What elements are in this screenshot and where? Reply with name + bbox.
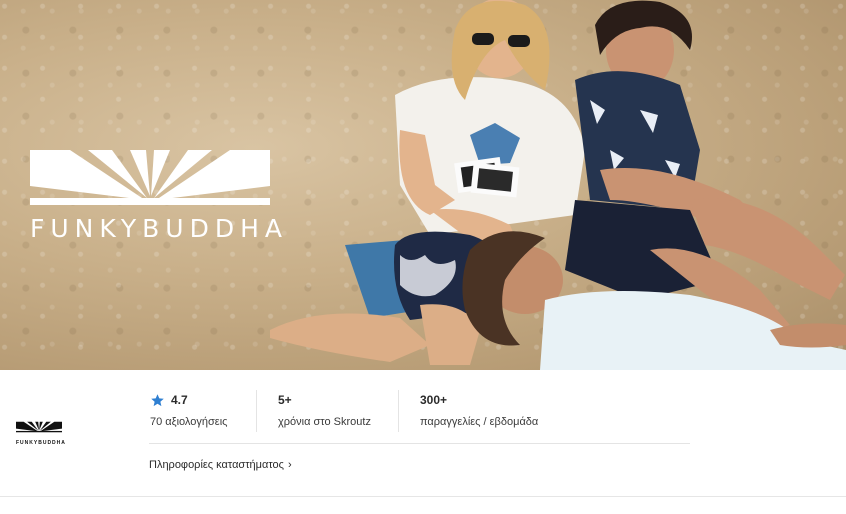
stat-orders: 300+ παραγγελίες / εβδομάδα (420, 392, 538, 428)
years-label: χρόνια στο Skroutz (278, 416, 371, 428)
years-value: 5+ (278, 393, 292, 407)
brand-logo-small[interactable]: FUNKYBUDDHA (16, 420, 66, 446)
stat-years: 5+ χρόνια στο Skroutz (278, 392, 371, 428)
brand-wordmark-small: FUNKYBUDDHA (16, 440, 66, 446)
rating-count-label: 70 αξιολογήσεις (150, 416, 228, 428)
chevron-right-icon: › (287, 459, 292, 471)
brand-wordmark: FUNKYBUDDHA (30, 214, 289, 243)
man-sitting-figure (565, 0, 845, 335)
stat-divider (398, 390, 399, 432)
rating-value: 4.7 (171, 393, 188, 407)
sunburst-logo-icon (30, 150, 270, 205)
stat-divider (256, 390, 257, 432)
orders-label: παραγγελίες / εβδομάδα (420, 416, 539, 428)
brand-logo-large: FUNKYBUDDHA (30, 150, 289, 243)
bottom-border (0, 496, 846, 497)
sunburst-logo-small-icon (16, 421, 62, 433)
cover-banner: FUNKYBUDDHA (0, 0, 846, 370)
orders-value: 300+ (420, 393, 448, 407)
section-divider (149, 443, 690, 444)
store-info-link[interactable]: Πληροφορίες καταστήματος › (149, 459, 292, 471)
stat-rating: 4.7 70 αξιολογήσεις (150, 392, 227, 428)
star-icon (151, 393, 164, 406)
store-info-label: Πληροφορίες καταστήματος (149, 459, 284, 471)
